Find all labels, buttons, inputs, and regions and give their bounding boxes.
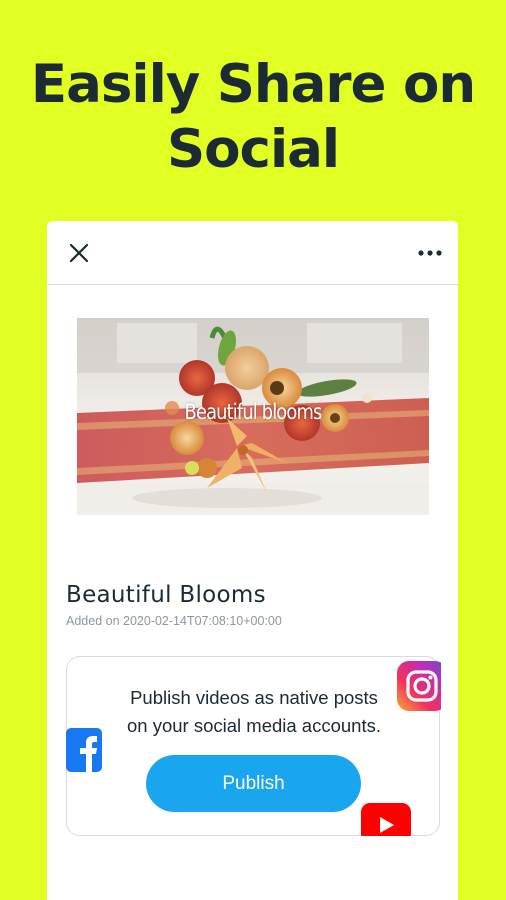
- added-timestamp: Added on 2020-02-14T07:08:10+00:00: [66, 614, 282, 628]
- youtube-icon: [361, 803, 411, 843]
- card-toolbar: [47, 221, 458, 285]
- instagram-icon: [397, 661, 441, 711]
- video-thumbnail[interactable]: Beautiful blooms: [77, 318, 429, 515]
- preview-card: Beautiful blooms Beautiful Blooms Added …: [47, 221, 458, 900]
- facebook-icon: [66, 728, 102, 772]
- headline-line-2: Social: [166, 119, 340, 180]
- more-horizontal-icon: [418, 250, 442, 256]
- publish-button[interactable]: Publish: [146, 755, 361, 812]
- publish-description-line-2: on your social media accounts.: [127, 715, 381, 736]
- video-title: Beautiful Blooms: [66, 582, 266, 608]
- headline-line-1: Easily Share on: [30, 54, 476, 115]
- publish-description-line-1: Publish videos as native posts: [130, 687, 378, 708]
- headline: Easily Share on Social: [0, 52, 506, 182]
- close-icon: [69, 243, 89, 263]
- close-button[interactable]: [67, 241, 91, 265]
- more-options-button[interactable]: [416, 246, 444, 260]
- publish-description: Publish videos as native posts on your s…: [67, 684, 439, 740]
- video-overlay-title: Beautiful blooms: [184, 400, 323, 424]
